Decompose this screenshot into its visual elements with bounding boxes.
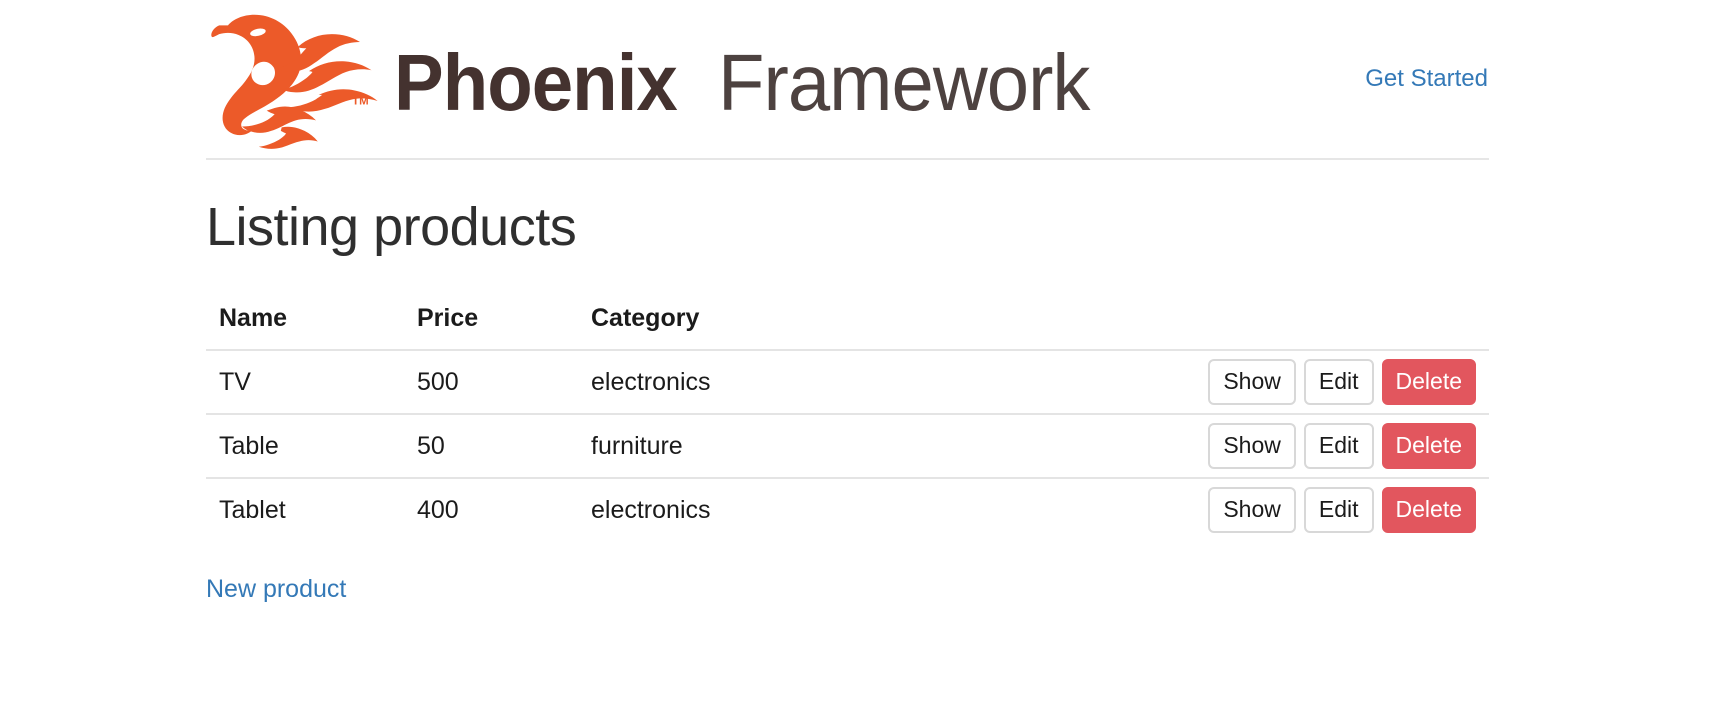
products-table-wrap: Name Price Category TV 500 electronics S…	[206, 300, 1489, 541]
table-row: TV 500 electronics Show Edit Delete	[206, 350, 1489, 414]
edit-button[interactable]: Edit	[1303, 487, 1374, 534]
row-actions: Show Edit Delete	[951, 359, 1489, 406]
page-root: TM Phoenix Framework Get Started Listing…	[0, 0, 1728, 710]
cell-category: furniture	[591, 431, 683, 460]
wordmark-framework: Framework	[718, 38, 1090, 127]
delete-button[interactable]: Delete	[1381, 487, 1476, 534]
new-product-link-wrap: New product	[206, 575, 1489, 604]
row-actions: Show Edit Delete	[951, 487, 1489, 534]
row-actions: Show Edit Delete	[951, 423, 1489, 470]
new-product-link[interactable]: New product	[206, 575, 346, 603]
cell-category: electronics	[591, 367, 711, 396]
header-nav: Get Started	[1365, 65, 1489, 93]
cell-name: Table	[219, 431, 279, 460]
column-header-actions	[951, 300, 1489, 350]
main-content: Listing products Name Price Category TV	[206, 160, 1489, 604]
phoenix-bird-logo-icon: TM	[206, 9, 382, 149]
show-button[interactable]: Show	[1208, 359, 1296, 406]
products-table-head: Name Price Category	[206, 300, 1489, 350]
delete-button[interactable]: Delete	[1381, 359, 1476, 406]
cell-price: 400	[417, 495, 459, 524]
cell-actions: Show Edit Delete	[951, 414, 1489, 478]
cell-name: Tablet	[219, 495, 286, 524]
products-table: Name Price Category TV 500 electronics S…	[206, 300, 1489, 541]
page-title: Listing products	[206, 197, 577, 257]
cell-category: electronics	[591, 495, 711, 524]
show-button[interactable]: Show	[1208, 423, 1296, 470]
cell-actions: Show Edit Delete	[951, 350, 1489, 414]
delete-button[interactable]: Delete	[1381, 423, 1476, 470]
table-header-row: Name Price Category	[206, 300, 1489, 350]
wordmark-phoenix: Phoenix	[394, 38, 678, 127]
brand: TM Phoenix Framework	[206, 11, 1109, 151]
column-header-name: Name	[219, 304, 288, 333]
brand-wordmark: Phoenix Framework	[394, 43, 1109, 123]
column-header-category: Category	[591, 304, 700, 333]
table-row: Table 50 furniture Show Edit Delete	[206, 414, 1489, 478]
cell-price: 500	[417, 367, 459, 396]
trademark-text: TM	[352, 96, 369, 108]
table-row: Tablet 400 electronics Show Edit Delete	[206, 478, 1489, 541]
column-header-price: Price	[417, 304, 479, 333]
get-started-link[interactable]: Get Started	[1365, 65, 1488, 93]
edit-button[interactable]: Edit	[1303, 423, 1374, 470]
site-header: TM Phoenix Framework Get Started	[206, 0, 1489, 160]
cell-actions: Show Edit Delete	[951, 478, 1489, 541]
cell-name: TV	[219, 367, 251, 396]
content-container: TM Phoenix Framework Get Started Listing…	[206, 0, 1489, 604]
edit-button[interactable]: Edit	[1303, 359, 1374, 406]
show-button[interactable]: Show	[1208, 487, 1296, 534]
cell-price: 50	[417, 431, 445, 460]
products-table-body: TV 500 electronics Show Edit Delete Tabl…	[206, 350, 1489, 541]
